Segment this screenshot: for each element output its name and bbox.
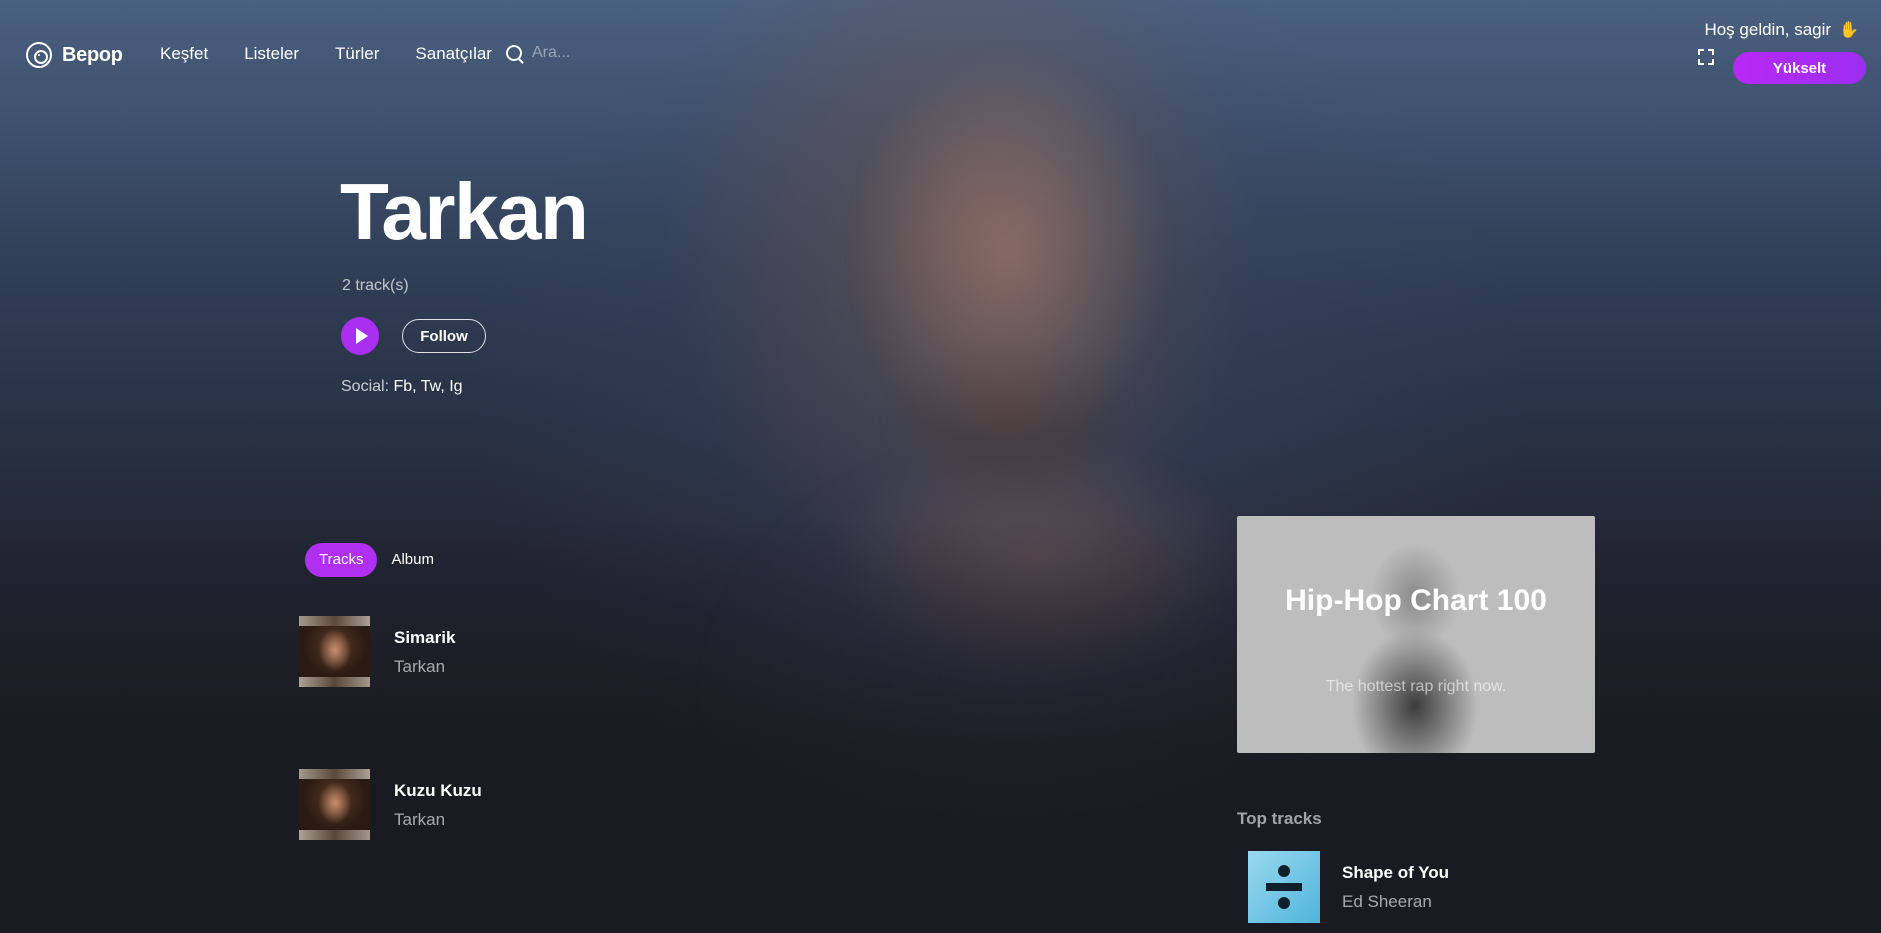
divide-icon [1266, 865, 1302, 909]
top-track-title[interactable]: Shape of You [1342, 863, 1449, 883]
hero-fade-overlay [0, 520, 1881, 933]
track-info: Kuzu Kuzu Tarkan [394, 769, 482, 830]
fullscreen-icon[interactable] [1698, 49, 1714, 65]
nav-link-kesfet[interactable]: Keşfet [160, 44, 208, 64]
nav-link-sanatcilar[interactable]: Sanatçılar [415, 44, 492, 64]
follow-button[interactable]: Follow [402, 319, 486, 353]
track-artist[interactable]: Tarkan [394, 657, 455, 677]
search-icon[interactable] [506, 45, 522, 61]
welcome-text: Hoş geldin, sagir [1704, 20, 1832, 39]
social-link-list[interactable]: Fb, Tw, Ig [393, 378, 462, 395]
main-nav: Keşfet Listeler Türler Sanatçılar [160, 44, 492, 64]
nav-link-listeler[interactable]: Listeler [244, 44, 299, 64]
search-input[interactable] [532, 44, 652, 62]
brand-name: Bepop [62, 43, 123, 66]
track-title[interactable]: Simarik [394, 628, 455, 648]
social-label: Social: [341, 378, 390, 395]
social-links: Social: Fb, Tw, Ig [341, 378, 463, 396]
track-title[interactable]: Kuzu Kuzu [394, 781, 482, 801]
wave-icon: ✋ [1839, 22, 1859, 39]
track-item[interactable]: Kuzu Kuzu Tarkan [299, 769, 482, 840]
top-track-artist[interactable]: Ed Sheeran [1342, 892, 1449, 912]
track-cover [299, 769, 370, 840]
track-artist[interactable]: Tarkan [394, 810, 482, 830]
top-nav: Bepop Keşfet Listeler Türler Sanatçılar … [0, 0, 1881, 110]
search-bar [506, 44, 652, 62]
vinyl-icon [26, 42, 52, 68]
tab-album[interactable]: Album [391, 543, 434, 577]
top-track-info: Shape of You Ed Sheeran [1342, 851, 1449, 923]
chart-promo-card[interactable]: Hip-Hop Chart 100 The hottest rap right … [1237, 516, 1595, 753]
track-item[interactable]: Simarik Tarkan [299, 616, 455, 687]
chart-card-title: Hip-Hop Chart 100 [1285, 584, 1547, 617]
play-button[interactable] [341, 317, 379, 355]
top-track-cover [1248, 851, 1320, 923]
track-info: Simarik Tarkan [394, 616, 455, 677]
top-tracks-heading: Top tracks [1237, 809, 1322, 828]
chart-card-subtitle: The hottest rap right now. [1325, 678, 1507, 695]
brand-logo[interactable]: Bepop [26, 42, 123, 68]
welcome-message: Hoş geldin, sagir ✋ [1704, 20, 1859, 40]
track-count: 2 track(s) [342, 277, 409, 294]
content-tabs: Tracks Album [305, 543, 434, 577]
track-cover [299, 616, 370, 687]
upgrade-button[interactable]: Yükselt [1733, 52, 1866, 84]
top-track-item[interactable]: Shape of You Ed Sheeran [1248, 851, 1449, 923]
nav-link-turler[interactable]: Türler [335, 44, 379, 64]
artist-name: Tarkan [340, 167, 589, 256]
tab-tracks[interactable]: Tracks [305, 543, 378, 577]
